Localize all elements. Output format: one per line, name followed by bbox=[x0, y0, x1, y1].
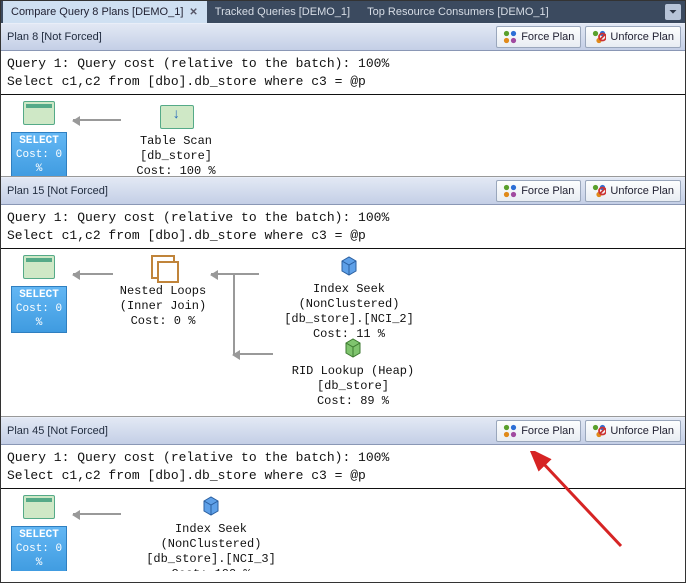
index-seek-icon bbox=[200, 495, 222, 517]
op-cost: Cost: 0 % bbox=[113, 314, 213, 329]
force-plan-icon bbox=[503, 30, 517, 44]
select-node[interactable]: SELECT Cost: 0 % bbox=[11, 101, 67, 177]
button-label: Unforce Plan bbox=[610, 425, 674, 437]
op-obj: [db_store].[NCI_2] bbox=[259, 312, 439, 327]
plan-15-canvas[interactable]: SELECT Cost: 0 % Nested Loops (Inner Joi… bbox=[1, 249, 685, 417]
plan-arrow bbox=[211, 273, 259, 275]
tab-top-consumers[interactable]: Top Resource Consumers [DEMO_1] bbox=[359, 1, 558, 23]
button-label: Force Plan bbox=[521, 425, 574, 437]
plan-15-header: Plan 15 [Not Forced] Force Plan Unforce … bbox=[1, 177, 685, 205]
force-plan-icon bbox=[503, 424, 517, 438]
plan-arrow bbox=[233, 273, 235, 353]
force-plan-button[interactable]: Force Plan bbox=[496, 180, 581, 202]
rid-lookup-icon bbox=[342, 337, 364, 359]
tab-label: Compare Query 8 Plans [DEMO_1] bbox=[11, 6, 183, 18]
tab-bar: Compare Query 8 Plans [DEMO_1] ✕ Tracked… bbox=[1, 1, 685, 23]
unforce-plan-icon bbox=[592, 30, 606, 44]
tab-label: Tracked Queries [DEMO_1] bbox=[215, 6, 350, 18]
op-name: Index Seek (NonClustered) bbox=[259, 282, 439, 312]
button-label: Unforce Plan bbox=[610, 31, 674, 43]
unforce-plan-button[interactable]: Unforce Plan bbox=[585, 420, 681, 442]
unforce-plan-icon bbox=[592, 424, 606, 438]
table-scan-node[interactable]: Table Scan [db_store] Cost: 100 % bbox=[121, 101, 231, 177]
nested-loops-icon bbox=[151, 255, 175, 279]
op-sub: (Inner Join) bbox=[113, 299, 213, 314]
op-obj: [db_store] bbox=[273, 379, 433, 394]
plan-title: Plan 8 [Not Forced] bbox=[7, 31, 492, 43]
nested-loops-node[interactable]: Nested Loops (Inner Join) Cost: 0 % bbox=[113, 255, 213, 329]
force-plan-icon bbox=[503, 184, 517, 198]
unforce-plan-icon bbox=[592, 184, 606, 198]
index-seek-node[interactable]: Index Seek (NonClustered) [db_store].[NC… bbox=[259, 255, 439, 342]
table-scan-icon bbox=[160, 101, 192, 129]
op-cost: Cost: 100 % bbox=[121, 164, 231, 177]
button-label: Force Plan bbox=[521, 31, 574, 43]
plan-arrow bbox=[233, 353, 273, 355]
op-obj: [db_store] bbox=[121, 149, 231, 164]
force-plan-button[interactable]: Force Plan bbox=[496, 26, 581, 48]
op-obj: [db_store].[NCI_3] bbox=[121, 552, 301, 567]
index-seek-node[interactable]: Index Seek (NonClustered) [db_store].[NC… bbox=[121, 495, 301, 571]
force-plan-button[interactable]: Force Plan bbox=[496, 420, 581, 442]
op-name: Nested Loops bbox=[113, 284, 213, 299]
plan-8-canvas[interactable]: SELECT Cost: 0 % Table Scan [db_store] C… bbox=[1, 95, 685, 177]
table-icon bbox=[23, 101, 55, 125]
query-text: Query 1: Query cost (relative to the bat… bbox=[1, 205, 685, 249]
tab-compare-plans[interactable]: Compare Query 8 Plans [DEMO_1] ✕ bbox=[3, 1, 207, 23]
query-text: Query 1: Query cost (relative to the bat… bbox=[1, 51, 685, 95]
tab-label: Top Resource Consumers [DEMO_1] bbox=[367, 6, 549, 18]
plan-45-header: Plan 45 [Not Forced] Force Plan Unforce … bbox=[1, 417, 685, 445]
tab-tracked-queries[interactable]: Tracked Queries [DEMO_1] bbox=[207, 1, 359, 23]
plan-45-section: Plan 45 [Not Forced] Force Plan Unforce … bbox=[1, 417, 685, 571]
op-cost: Cost: 89 % bbox=[273, 394, 433, 409]
unforce-plan-button[interactable]: Unforce Plan bbox=[585, 26, 681, 48]
close-icon[interactable]: ✕ bbox=[189, 7, 197, 18]
select-label: SELECT bbox=[12, 135, 66, 149]
op-name: RID Lookup (Heap) bbox=[273, 364, 433, 379]
op-cost: Cost: 100 % bbox=[121, 567, 301, 571]
table-icon bbox=[23, 255, 55, 279]
select-node[interactable]: SELECT Cost: 0 % bbox=[11, 495, 67, 571]
index-seek-icon bbox=[338, 255, 360, 277]
select-cost: Cost: 0 % bbox=[12, 149, 66, 177]
plan-arrow bbox=[73, 119, 121, 121]
rid-lookup-node[interactable]: RID Lookup (Heap) [db_store] Cost: 89 % bbox=[273, 337, 433, 409]
button-label: Unforce Plan bbox=[610, 185, 674, 197]
query-text: Query 1: Query cost (relative to the bat… bbox=[1, 445, 685, 489]
select-node[interactable]: SELECT Cost: 0 % bbox=[11, 255, 67, 333]
button-label: Force Plan bbox=[521, 185, 574, 197]
plan-title: Plan 15 [Not Forced] bbox=[7, 185, 492, 197]
table-icon bbox=[23, 495, 55, 519]
plan-15-section: Plan 15 [Not Forced] Force Plan Unforce … bbox=[1, 177, 685, 417]
plan-arrow bbox=[73, 513, 121, 515]
op-name: Table Scan bbox=[121, 134, 231, 149]
plan-arrow bbox=[73, 273, 113, 275]
unforce-plan-button[interactable]: Unforce Plan bbox=[585, 180, 681, 202]
tabs-overflow-icon[interactable]: ⏷ bbox=[665, 4, 681, 20]
plan-8-header: Plan 8 [Not Forced] Force Plan Unforce P… bbox=[1, 23, 685, 51]
select-cost: Cost: 0 % bbox=[12, 303, 66, 331]
select-label: SELECT bbox=[12, 529, 66, 543]
plan-title: Plan 45 [Not Forced] bbox=[7, 425, 492, 437]
plan-8-section: Plan 8 [Not Forced] Force Plan Unforce P… bbox=[1, 23, 685, 177]
plan-45-canvas[interactable]: SELECT Cost: 0 % Index Seek (NonClustere… bbox=[1, 489, 685, 571]
op-name: Index Seek (NonClustered) bbox=[121, 522, 301, 552]
select-label: SELECT bbox=[12, 289, 66, 303]
select-cost: Cost: 0 % bbox=[12, 543, 66, 571]
